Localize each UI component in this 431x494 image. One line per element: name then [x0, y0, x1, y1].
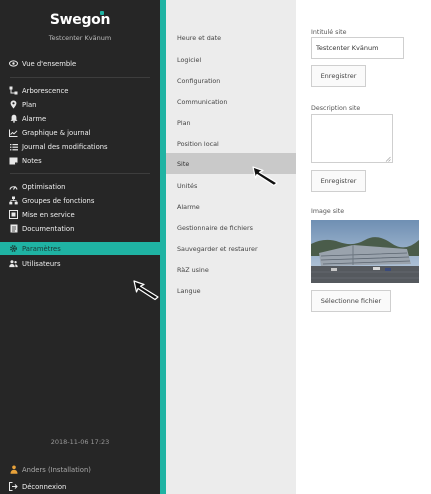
site-description-label: Description site [311, 105, 361, 112]
nav-item-label: Optimisation [22, 182, 66, 191]
site-title-input[interactable] [311, 37, 404, 59]
save-description-button[interactable]: Enregistrer [311, 170, 366, 192]
gear-icon [9, 244, 18, 253]
nav-item-graph-log[interactable]: Graphique & journal [0, 126, 160, 139]
user-icon [9, 465, 18, 474]
nav-item-optimisation[interactable]: Optimisation [0, 180, 160, 193]
bell-icon [9, 114, 18, 123]
submenu-item-alarm[interactable]: Alarme [166, 198, 296, 215]
gauge-icon [9, 182, 18, 191]
nav-item-label: Documentation [22, 224, 75, 233]
logout-button[interactable]: Déconnexion [0, 480, 160, 493]
current-user[interactable]: Anders (Installation) [0, 463, 160, 476]
submenu-item-local-position[interactable]: Position local [166, 135, 296, 152]
site-title-label: Intitulé site [311, 29, 347, 36]
resize-grip-icon[interactable] [385, 156, 391, 162]
submenu-item-language[interactable]: Langue [166, 282, 296, 299]
eye-icon [9, 59, 18, 68]
nav-item-label: Graphique & journal [22, 128, 91, 137]
divider [10, 77, 150, 78]
nav-item-alarm[interactable]: Alarme [0, 112, 160, 125]
nav-item-function-groups[interactable]: Groupes de fonctions [0, 194, 160, 207]
divider [10, 173, 150, 174]
nav-item-label: Notes [22, 156, 42, 165]
save-title-button[interactable]: Enregistrer [311, 65, 366, 87]
user-name: Anders (Installation) [22, 465, 91, 474]
list-icon [9, 142, 18, 151]
submenu-item-software[interactable]: Logiciel [166, 51, 296, 68]
current-datetime: 2018-11-06 17:23 [50, 438, 110, 446]
submenu-item-communication[interactable]: Communication [166, 93, 296, 110]
submenu-item-plan[interactable]: Plan [166, 114, 296, 131]
submenu-item-file-manager[interactable]: Gestionnaire de fichiers [166, 219, 296, 236]
tree-icon [9, 86, 18, 95]
submenu-item-factory-reset[interactable]: RàZ usine [166, 261, 296, 278]
nav-item-changelog[interactable]: Journal des modifications [0, 140, 160, 153]
pointer-arrow-icon [252, 166, 278, 187]
logout-label: Déconnexion [22, 482, 67, 491]
nav-item-label: Paramètres [22, 244, 61, 253]
note-icon [9, 156, 18, 165]
site-image-label: Image site [311, 208, 345, 215]
nav-item-label: Groupes de fonctions [22, 196, 95, 205]
select-file-button[interactable]: Sélectionne fichier [311, 290, 391, 312]
site-settings-panel: Intitulé site Enregistrer Description si… [296, 0, 431, 494]
nav-item-commissioning[interactable]: Mise en service [0, 208, 160, 221]
submenu-item-backup-restore[interactable]: Sauvegarder et restaurer [166, 240, 296, 257]
users-icon [9, 259, 18, 268]
nav-item-label: Mise en service [22, 210, 75, 219]
logout-icon [9, 482, 18, 491]
submenu-item-time-date[interactable]: Heure et date [166, 29, 296, 46]
site-description-input[interactable] [311, 114, 393, 163]
main-sidebar: Swegon Testcenter Kvänum Vue d'ensemble … [0, 0, 160, 494]
site-name: Testcenter Kvänum [48, 34, 112, 42]
nav-item-label: Journal des modifications [22, 142, 108, 151]
settings-submenu: Heure et date Logiciel Configuration Com… [166, 0, 296, 494]
commissioning-icon [9, 210, 18, 219]
nav-item-notes[interactable]: Notes [0, 154, 160, 167]
site-image [311, 220, 419, 283]
pointer-arrow-icon [133, 280, 159, 301]
document-icon [9, 224, 18, 233]
nav-item-users[interactable]: Utilisateurs [0, 257, 160, 270]
brand-logo-mark [100, 11, 104, 15]
nav-item-settings[interactable]: Paramètres [0, 242, 160, 255]
nav-item-tree[interactable]: Arborescence [0, 84, 160, 97]
group-icon [9, 196, 18, 205]
location-pin-icon [9, 100, 18, 109]
nav-item-label: Utilisateurs [22, 259, 61, 268]
chart-icon [9, 128, 18, 137]
nav-item-label: Plan [22, 100, 37, 109]
nav-item-documentation[interactable]: Documentation [0, 222, 160, 235]
nav-item-overview[interactable]: Vue d'ensemble [0, 57, 160, 70]
nav-item-label: Arborescence [22, 86, 69, 95]
submenu-item-configuration[interactable]: Configuration [166, 72, 296, 89]
nav-item-label: Vue d'ensemble [22, 59, 77, 68]
nav-item-label: Alarme [22, 114, 47, 123]
nav-item-plan[interactable]: Plan [0, 98, 160, 111]
brand-logo: Swegon [49, 12, 111, 28]
